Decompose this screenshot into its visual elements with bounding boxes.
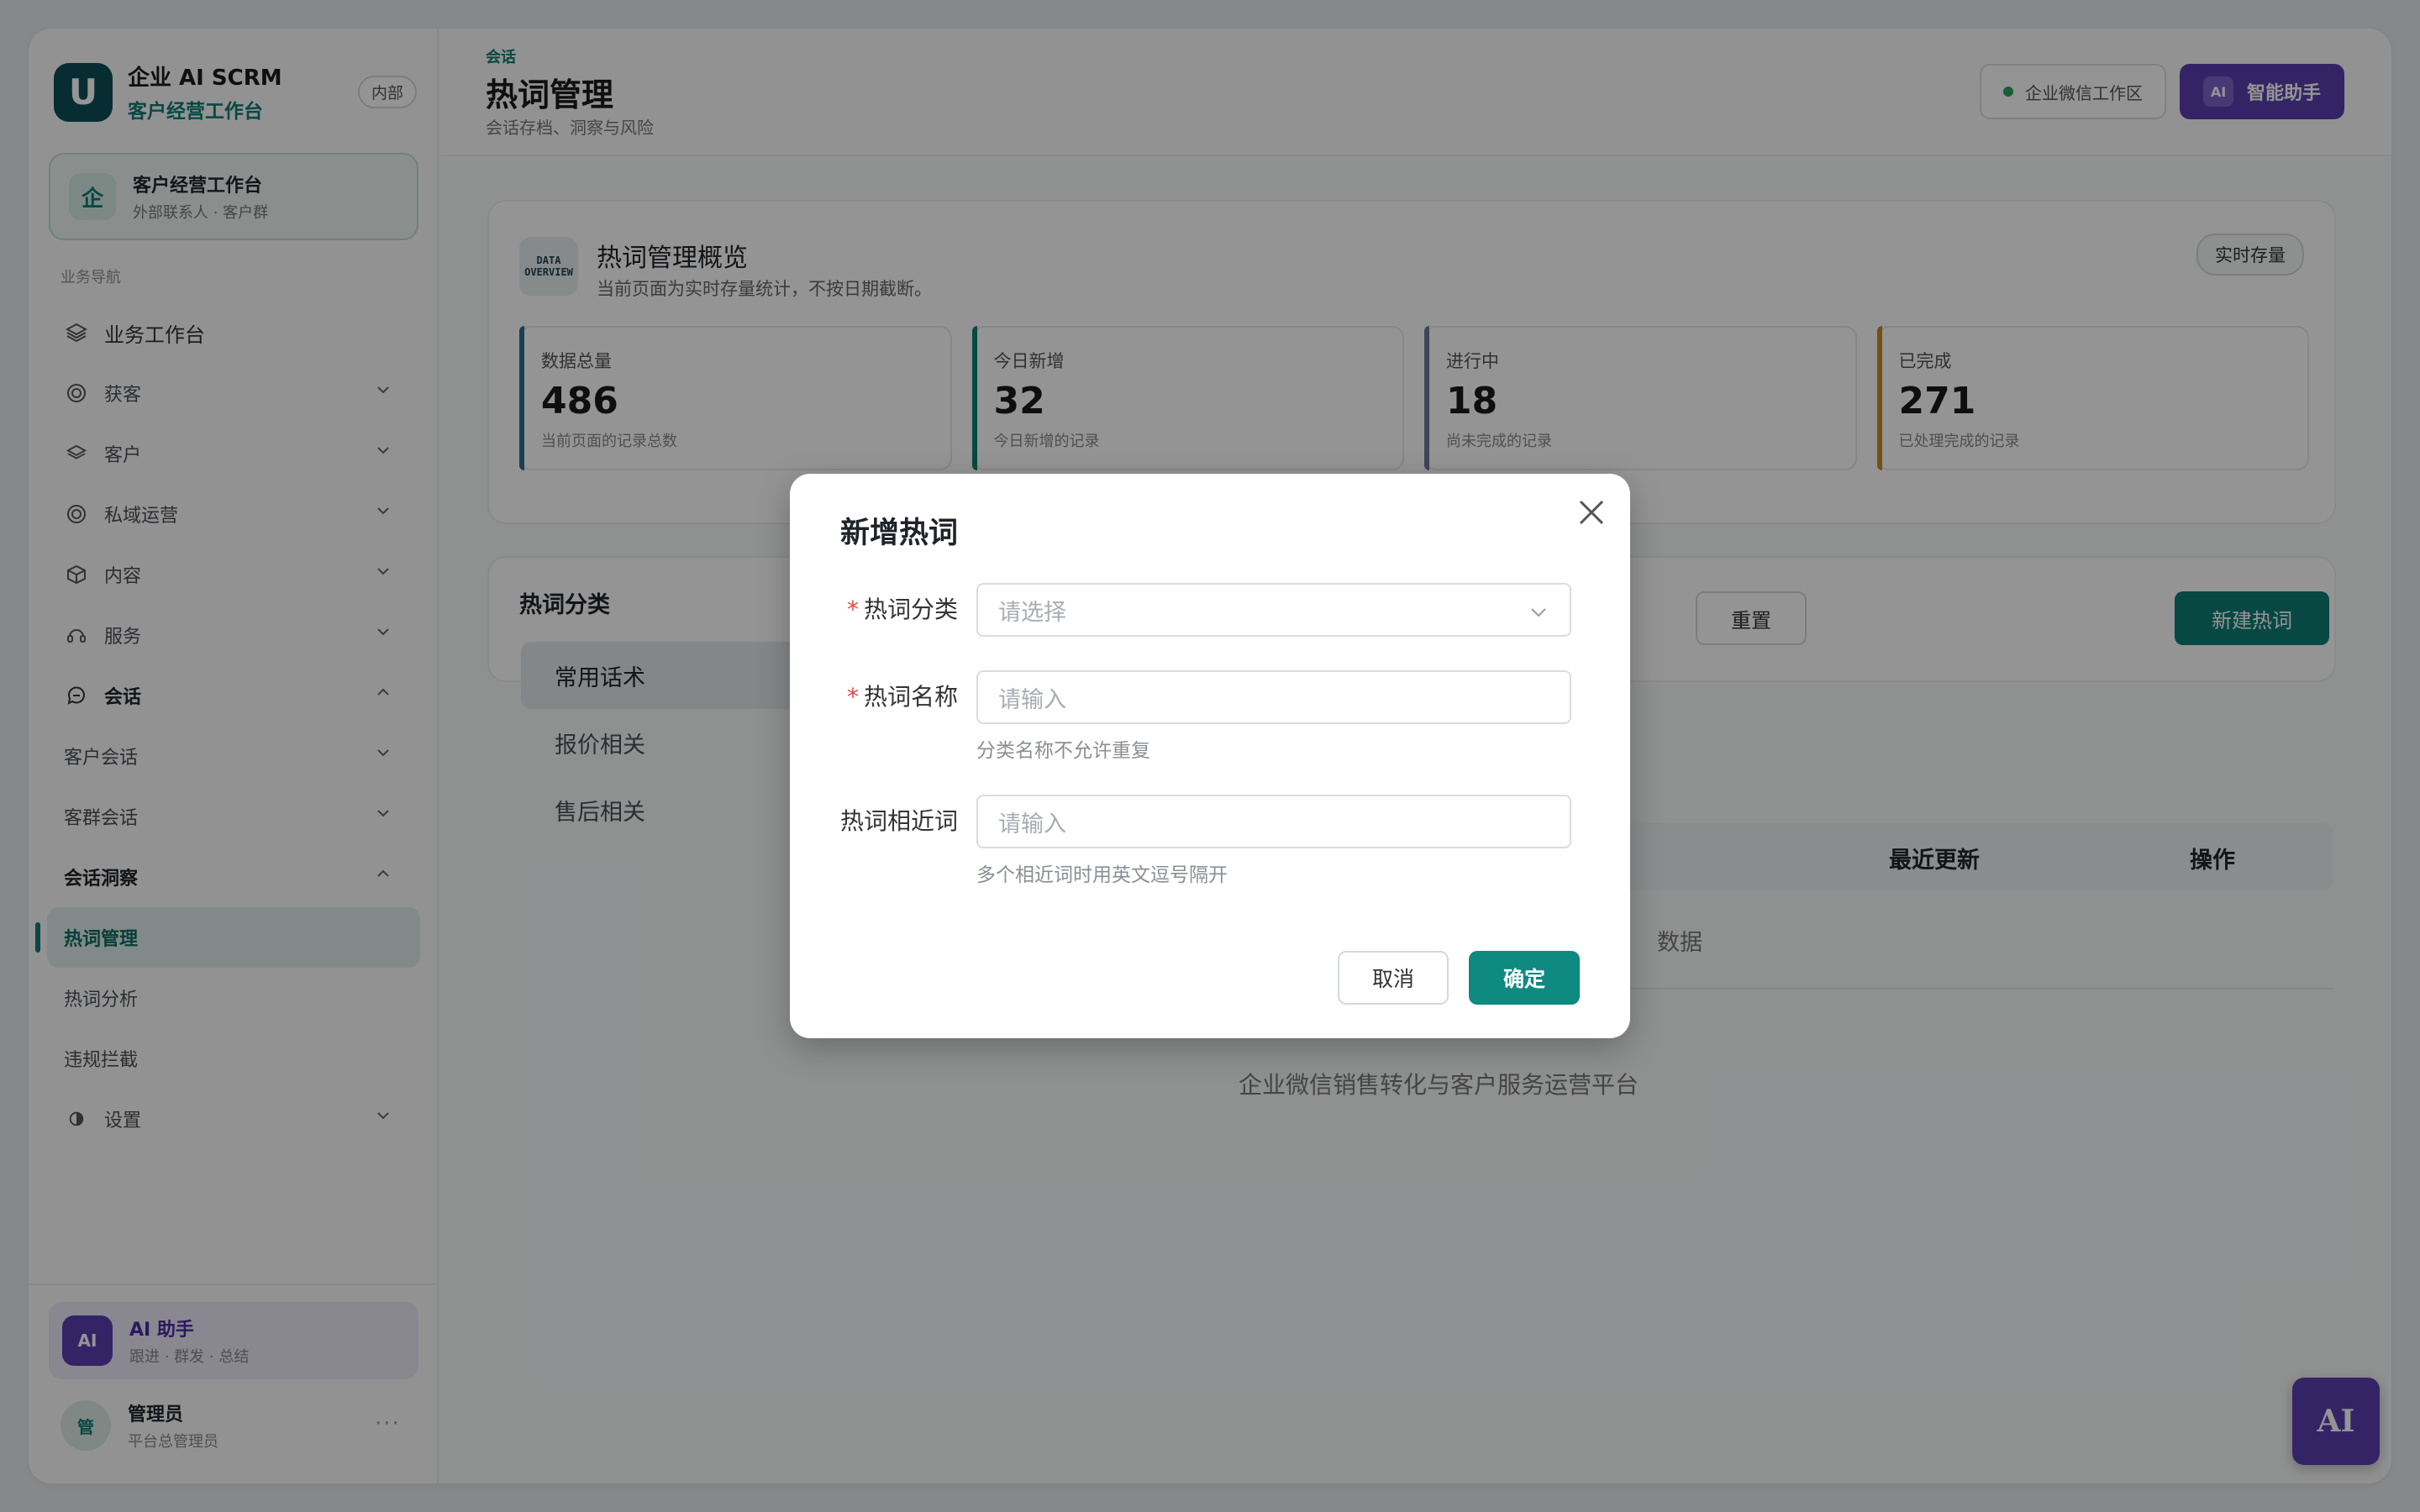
similar-field-label: 热词相近词 bbox=[839, 807, 958, 835]
add-hotword-dialog: 新增热词 * 热词分类 请选择 * 热词名称 请输入 分类名称不允许重复 热词相近词… bbox=[790, 474, 1630, 1038]
category-select-placeholder: 请选择 bbox=[998, 599, 1066, 626]
dialog-title: 新增热词 bbox=[840, 517, 959, 550]
similar-hint: 多个相近词时用英文逗号隔开 bbox=[976, 864, 1228, 886]
chevron-down-icon bbox=[1531, 608, 1546, 617]
similar-words-input[interactable]: 请输入 bbox=[976, 795, 1571, 848]
name-hint: 分类名称不允许重复 bbox=[976, 740, 1150, 762]
confirm-button[interactable]: 确定 bbox=[1469, 951, 1580, 1005]
similar-words-placeholder: 请输入 bbox=[998, 811, 1066, 837]
required-mark: * bbox=[846, 596, 859, 623]
hotword-name-placeholder: 请输入 bbox=[998, 686, 1066, 713]
required-mark: * bbox=[846, 683, 859, 711]
name-field-label: * 热词名称 bbox=[846, 683, 958, 711]
cancel-button[interactable]: 取消 bbox=[1338, 951, 1449, 1005]
hotword-name-input[interactable]: 请输入 bbox=[976, 670, 1571, 724]
category-select[interactable]: 请选择 bbox=[976, 583, 1571, 637]
category-field-label: * 热词分类 bbox=[846, 596, 958, 623]
close-icon[interactable] bbox=[1571, 492, 1612, 533]
